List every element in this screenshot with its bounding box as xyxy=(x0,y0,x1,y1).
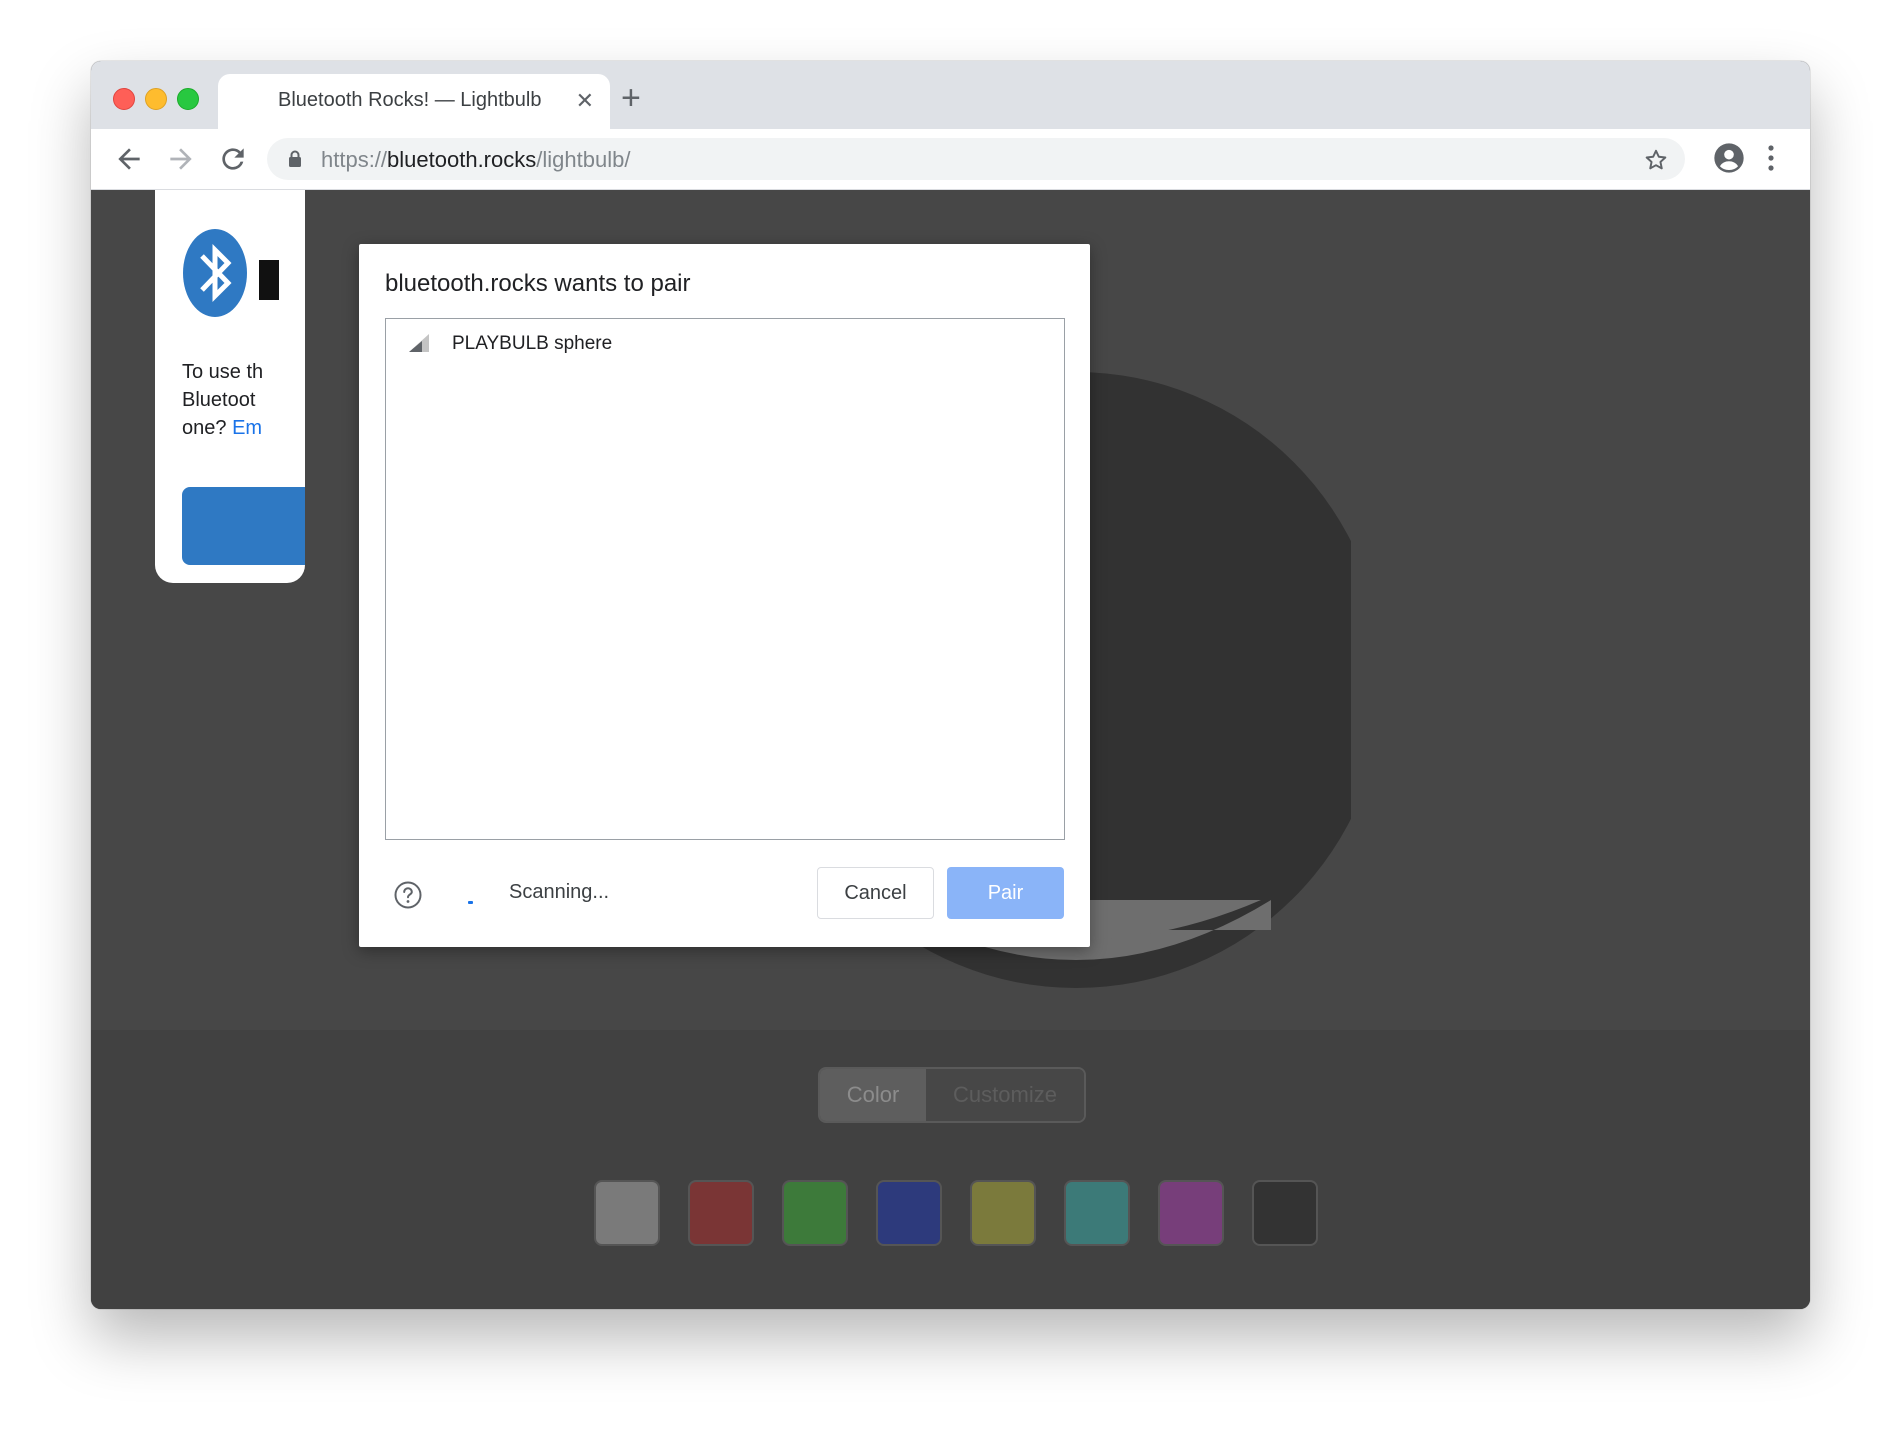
color-swatch[interactable] xyxy=(594,1180,660,1246)
reload-icon[interactable] xyxy=(217,143,249,175)
tab-customize[interactable]: Customize xyxy=(926,1069,1084,1121)
card-text-line: Bluetoot xyxy=(182,389,256,411)
bookmark-star-icon[interactable] xyxy=(1643,147,1669,173)
color-swatch[interactable] xyxy=(876,1180,942,1246)
close-window-button[interactable] xyxy=(113,88,135,110)
card-heading xyxy=(259,260,279,300)
card-link[interactable]: Em xyxy=(232,417,262,439)
tab-title: Bluetooth Rocks! — Lightbulb xyxy=(278,89,542,111)
url-path: /lightbulb/ xyxy=(536,147,631,172)
menu-dots-icon[interactable] xyxy=(1765,143,1777,173)
color-swatch[interactable] xyxy=(1252,1180,1318,1246)
cancel-button[interactable]: Cancel xyxy=(817,867,934,919)
bluetooth-logo-icon xyxy=(183,229,247,317)
intro-card: To use th Bluetoot one? Em xyxy=(155,190,305,583)
color-swatch[interactable] xyxy=(970,1180,1036,1246)
card-description: To use th Bluetoot one? Em xyxy=(182,358,305,442)
profile-icon[interactable] xyxy=(1713,142,1745,174)
tab-close-icon[interactable]: ✕ xyxy=(576,89,594,113)
browser-toolbar: https://bluetooth.rocks/lightbulb/ xyxy=(91,129,1810,190)
url-text: https://bluetooth.rocks/lightbulb/ xyxy=(321,147,630,173)
pair-button[interactable]: Pair xyxy=(947,867,1064,919)
card-text-line: To use th xyxy=(182,361,264,383)
tab-strip: Bluetooth Rocks! — Lightbulb ✕ + xyxy=(91,61,1810,129)
lock-icon xyxy=(289,150,301,167)
card-text-line: one? Em xyxy=(182,414,305,442)
device-item[interactable]: PLAYBULB sphere xyxy=(386,319,1064,371)
color-swatch[interactable] xyxy=(782,1180,848,1246)
device-list: PLAYBULB sphere xyxy=(385,318,1065,840)
address-bar[interactable]: https://bluetooth.rocks/lightbulb/ xyxy=(267,138,1685,180)
connect-button[interactable] xyxy=(182,487,305,565)
card-text-fragment: one? xyxy=(182,417,233,439)
forward-arrow-icon[interactable] xyxy=(165,143,197,175)
back-arrow-icon[interactable] xyxy=(113,143,145,175)
color-swatch[interactable] xyxy=(1158,1180,1224,1246)
new-tab-button[interactable]: + xyxy=(621,81,641,115)
help-icon[interactable] xyxy=(393,880,423,910)
url-host: bluetooth.rocks xyxy=(387,147,537,172)
url-scheme: https:// xyxy=(321,147,388,172)
tab-color[interactable]: Color xyxy=(820,1069,926,1121)
color-swatch[interactable] xyxy=(688,1180,754,1246)
scan-status: Scanning... xyxy=(509,881,610,903)
device-name: PLAYBULB sphere xyxy=(452,333,613,354)
tab-lightbulb[interactable]: Bluetooth Rocks! — Lightbulb ✕ xyxy=(218,74,610,129)
dialog-title: bluetooth.rocks wants to pair xyxy=(385,270,691,297)
bluetooth-pair-dialog: bluetooth.rocks wants to pair PLAYBULB s… xyxy=(359,244,1090,947)
mode-segmented-control: Color Customize xyxy=(818,1067,1086,1123)
signal-strength-icon xyxy=(409,334,429,352)
browser-window: Bluetooth Rocks! — Lightbulb ✕ + https:/… xyxy=(91,61,1810,1309)
scanning-spinner-icon xyxy=(468,901,473,904)
minimize-window-button[interactable] xyxy=(145,88,167,110)
color-swatch[interactable] xyxy=(1064,1180,1130,1246)
zoom-window-button[interactable] xyxy=(177,88,199,110)
